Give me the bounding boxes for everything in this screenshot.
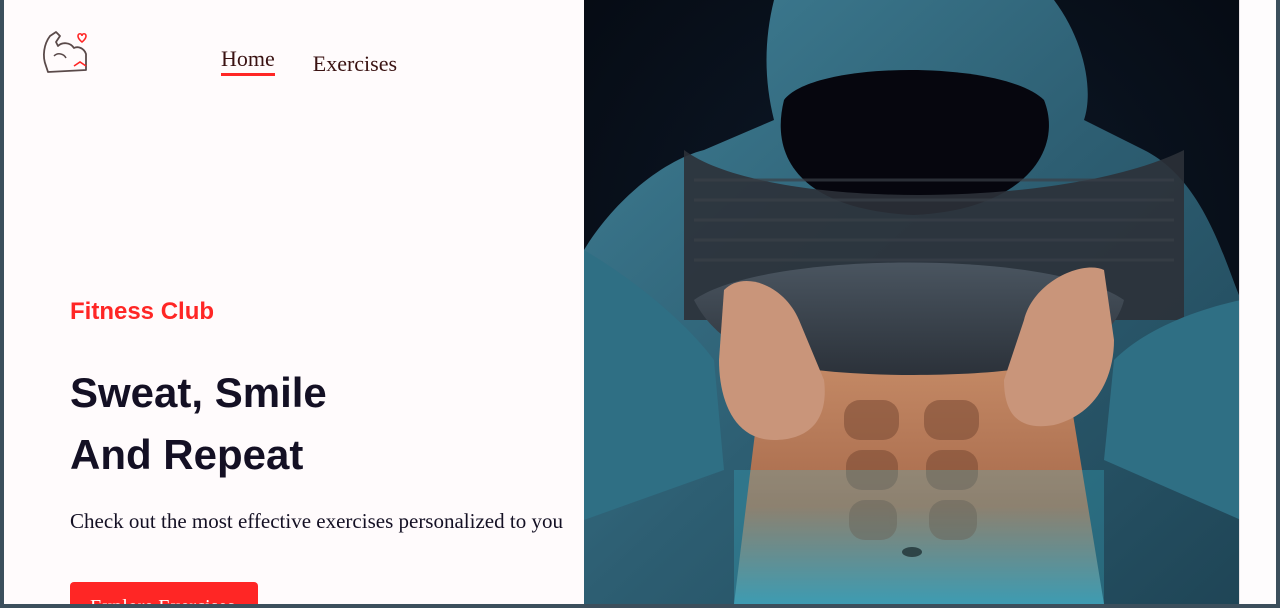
nav-link-home[interactable]: Home (221, 45, 275, 76)
hero-headline-line-1: Sweat, Smile (70, 369, 327, 416)
hero-subtitle: Check out the most effective exercises p… (70, 509, 563, 533)
hero-headline: Sweat, Smile And Repeat (70, 362, 327, 486)
nav-link-exercises[interactable]: Exercises (313, 50, 397, 78)
logo-flexed-arm-heart-icon[interactable] (40, 26, 90, 78)
main-nav: Home Exercises (221, 45, 397, 78)
hero-headline-line-2: And Repeat (70, 431, 304, 478)
page: Home Exercises Fitness Club Sweat, Smile… (4, 0, 1276, 604)
hero-banner-image (584, 0, 1241, 604)
hero-kicker: Fitness Club (70, 298, 215, 325)
page-scrollbar[interactable] (1239, 0, 1276, 604)
explore-exercises-button[interactable]: Explore Exercises (70, 582, 258, 604)
